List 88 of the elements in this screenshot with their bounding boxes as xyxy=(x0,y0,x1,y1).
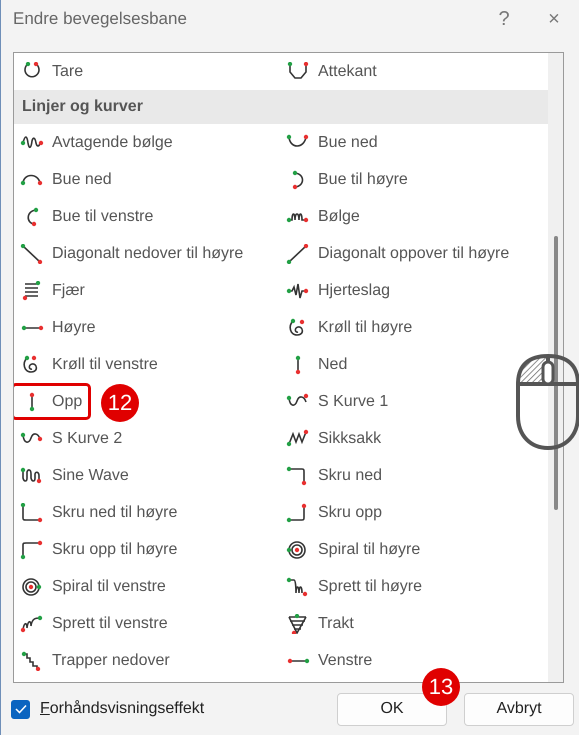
motion-path-item[interactable]: Skru opp xyxy=(277,494,392,531)
motion-path-item[interactable]: Hjerteslag xyxy=(277,272,400,309)
motion-path-icon xyxy=(286,428,310,448)
item-label: Trapper nedover xyxy=(52,652,170,670)
help-button[interactable]: ? xyxy=(479,0,529,38)
motion-path-icon xyxy=(20,502,44,522)
motion-path-item[interactable]: Diagonalt oppover til høyre xyxy=(277,235,518,272)
motion-path-item[interactable]: Sprett til venstre xyxy=(14,605,177,642)
scrollbar-thumb[interactable] xyxy=(554,236,558,510)
item-label: S Kurve 2 xyxy=(52,430,122,448)
motion-path-item[interactable]: Trapper nedover xyxy=(14,642,179,679)
motion-path-icon xyxy=(20,324,44,330)
motion-path-item[interactable]: Skru opp til høyre xyxy=(14,531,186,568)
motion-path-item[interactable]: S Kurve 2 xyxy=(14,420,132,457)
item-label: Sine Wave xyxy=(52,466,129,484)
item-label: Ned xyxy=(318,356,348,374)
window-title: Endre bevegelsesbane xyxy=(13,9,188,29)
motion-path-item[interactable]: Spiral til høyre xyxy=(277,531,430,568)
motion-path-item[interactable]: Attekant xyxy=(277,53,386,90)
motion-path-item[interactable]: Tare xyxy=(14,53,92,90)
item-label: S Kurve 1 xyxy=(318,392,388,410)
motion-path-icon xyxy=(20,540,44,560)
motion-path-item[interactable]: S Kurve 1 xyxy=(277,383,398,420)
motion-path-item[interactable]: Bue ned xyxy=(14,161,121,198)
motion-path-icon xyxy=(292,170,304,190)
motion-path-item[interactable]: Venstre xyxy=(277,642,382,679)
motion-path-icon xyxy=(29,392,35,412)
motion-path-item[interactable]: Høyre xyxy=(14,309,105,346)
item-label: Skru ned xyxy=(318,466,382,484)
motion-path-item[interactable]: Ned xyxy=(277,346,356,383)
motion-path-item[interactable]: Bue ned xyxy=(277,124,387,161)
item-label: Spiral til venstre xyxy=(52,578,166,596)
motion-path-item[interactable]: Skru ned xyxy=(277,457,392,494)
item-label: Bølge xyxy=(318,208,360,226)
motion-path-item[interactable]: Fjær xyxy=(14,272,94,309)
motion-path-item[interactable]: Bølge xyxy=(277,198,369,235)
cancel-button[interactable]: Avbryt xyxy=(464,692,574,726)
item-label: Diagonalt nedover til høyre xyxy=(52,244,244,262)
motion-path-item[interactable]: Spiral til venstre xyxy=(14,568,175,605)
motion-path-item[interactable]: Krøll til venstre xyxy=(14,346,167,383)
checkbox-label: Forhåndsvisningseffekt xyxy=(40,700,204,718)
motion-path-item[interactable]: Avtagende bølge xyxy=(14,124,182,161)
item-label: Krøll til høyre xyxy=(318,318,412,336)
motion-path-item[interactable]: Krøll til høyre xyxy=(277,309,422,346)
motion-path-icon xyxy=(286,658,310,664)
motion-path-icon xyxy=(20,466,44,486)
close-button[interactable]: × xyxy=(529,0,579,38)
motion-path-item[interactable]: Trakt xyxy=(277,605,363,642)
item-label: Avtagende bølge xyxy=(52,134,173,152)
item-label: Venstre xyxy=(318,652,372,670)
item-label: Bue ned xyxy=(318,134,378,152)
motion-path-icon xyxy=(20,244,44,264)
motion-path-item[interactable]: Bue til venstre xyxy=(14,198,162,235)
item-label: Fjær xyxy=(52,282,85,300)
item-label: Tare xyxy=(52,62,84,80)
motion-path-item[interactable]: Sikksakk xyxy=(277,420,390,457)
item-label: Sprett til venstre xyxy=(52,614,168,632)
item-label: Sprett til høyre xyxy=(318,578,422,596)
motion-path-item[interactable]: Skru ned til høyre xyxy=(14,494,186,531)
item-label: Bue til venstre xyxy=(52,208,154,226)
motion-path-icon xyxy=(20,614,44,634)
motion-path-icon xyxy=(286,576,310,596)
item-label: Skru ned til høyre xyxy=(52,504,178,522)
item-label: Hjerteslag xyxy=(318,282,390,300)
item-label: Diagonalt oppover til høyre xyxy=(318,244,510,262)
motion-path-icon xyxy=(20,576,44,596)
item-label: Høyre xyxy=(52,318,96,336)
item-label: Skru opp xyxy=(318,504,382,522)
checkmark-icon xyxy=(14,704,26,714)
checkbox[interactable] xyxy=(11,700,30,718)
item-label: Opp xyxy=(52,392,82,410)
item-label: Spiral til høyre xyxy=(318,540,420,558)
motion-path-item[interactable]: Sprett til høyre xyxy=(277,568,432,605)
item-label: Sikksakk xyxy=(318,430,382,448)
motion-path-icon xyxy=(295,354,301,374)
motion-path-item[interactable]: Bue til høyre xyxy=(277,161,417,198)
item-label: Trakt xyxy=(318,614,354,632)
item-label: Bue til høyre xyxy=(318,170,408,188)
motion-path-item[interactable]: Diagonalt nedover til høyre xyxy=(14,235,252,272)
section-title: Linjer og kurver xyxy=(22,98,143,116)
item-label: Skru opp til høyre xyxy=(52,540,178,558)
motion-path-icon xyxy=(286,244,310,264)
item-label: Attekant xyxy=(318,62,377,80)
motion-path-icon xyxy=(286,62,310,82)
item-label: Bue ned xyxy=(52,170,112,188)
motion-path-item[interactable]: Sine Wave xyxy=(14,457,138,494)
item-label: Krøll til venstre xyxy=(52,356,158,374)
motion-path-item[interactable]: Opp xyxy=(14,383,92,420)
